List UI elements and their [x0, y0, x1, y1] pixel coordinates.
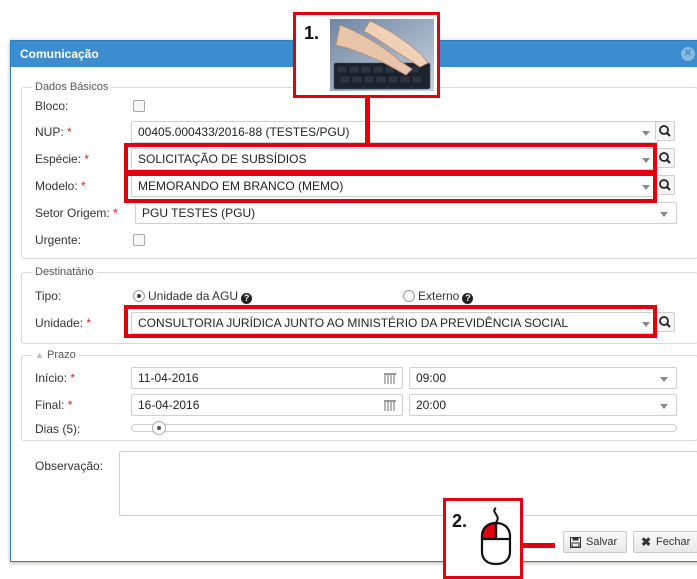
inicio-date-value: 11-04-2016	[138, 371, 199, 385]
callout-2-box: 2.	[443, 498, 523, 579]
final-time-value: 20:00	[416, 398, 447, 412]
urgente-checkbox[interactable]	[133, 234, 145, 246]
final-time-select[interactable]: 20:00	[409, 394, 677, 416]
tipo-agu-label: Unidade da AGU?	[148, 288, 253, 304]
fechar-label: Fechar	[656, 536, 691, 548]
nup-select[interactable]: 00405.000433/2016-88 (TESTES/PGU)	[131, 121, 659, 143]
inicio-date-input[interactable]: 11-04-2016	[131, 367, 403, 389]
help-icon[interactable]: ?	[462, 293, 474, 304]
setor-origem-select[interactable]: PGU TESTES (PGU)	[135, 202, 677, 224]
final-date-input[interactable]: 16-04-2016	[131, 394, 403, 416]
collapse-triangle-icon: ▲	[35, 350, 44, 360]
close-icon[interactable]: ✕	[681, 47, 695, 61]
keyboard-typing-image	[330, 19, 434, 91]
bloco-checkbox[interactable]	[133, 100, 145, 112]
chevron-down-icon	[642, 131, 650, 136]
mouse-click-icon	[480, 507, 512, 566]
final-label: Final: *	[35, 398, 73, 412]
close-icon: ✖	[641, 535, 652, 549]
search-icon	[659, 152, 671, 164]
urgente-label: Urgente:	[35, 233, 82, 247]
search-icon	[659, 125, 671, 137]
comunicacao-dialog: Comunicação ✕ Dados Básicos Bloco: NUP: …	[10, 40, 697, 562]
unidade-highlight	[124, 305, 657, 338]
dias-slider-knob[interactable]	[151, 421, 166, 435]
help-icon[interactable]: ?	[241, 293, 253, 304]
setor-origem-value: PGU TESTES (PGU)	[142, 206, 256, 220]
especie-search-button[interactable]	[655, 148, 675, 168]
unidade-label: Unidade: *	[35, 316, 92, 330]
chevron-down-icon	[660, 404, 668, 409]
chevron-down-icon	[660, 212, 668, 217]
tipo-agu-radio[interactable]	[133, 290, 145, 302]
modelo-highlight	[124, 170, 657, 203]
inicio-label: Início: *	[35, 371, 76, 385]
calendar-icon[interactable]	[384, 400, 396, 411]
especie-label: Espécie: *	[35, 152, 90, 166]
nup-label: NUP: *	[35, 125, 72, 139]
chevron-down-icon	[660, 377, 668, 382]
inicio-time-value: 09:00	[416, 371, 447, 385]
dialog-title: Comunicação	[20, 47, 99, 61]
observacao-textarea[interactable]	[119, 451, 697, 516]
dados-basicos-legend: Dados Básicos	[32, 80, 112, 94]
nup-value: 00405.000433/2016-88 (TESTES/PGU)	[138, 125, 350, 139]
unidade-search-button[interactable]	[655, 312, 675, 332]
fechar-button[interactable]: ✖ Fechar	[633, 531, 697, 553]
inicio-time-select[interactable]: 09:00	[409, 367, 677, 389]
destinatario-legend: Destinatário	[32, 265, 97, 279]
setor-origem-label: Setor Origem: *	[35, 206, 118, 220]
callout-1-number: 1.	[304, 23, 320, 43]
callout-2-number: 2.	[452, 511, 468, 531]
tipo-externo-radio[interactable]	[403, 290, 415, 302]
search-icon	[659, 316, 671, 328]
nup-search-button[interactable]	[655, 121, 675, 141]
salvar-label: Salvar	[586, 536, 618, 548]
modelo-search-button[interactable]	[655, 175, 675, 195]
dias-label: Dias (5):	[35, 422, 81, 436]
observacao-label: Observação:	[35, 459, 104, 473]
dias-slider-track[interactable]	[131, 424, 677, 432]
search-icon	[659, 179, 671, 191]
callout-1-box: 1.	[293, 12, 440, 98]
tipo-externo-label: Externo?	[418, 288, 474, 304]
calendar-icon[interactable]	[384, 373, 396, 384]
tipo-label: Tipo:	[35, 289, 62, 303]
callout-1-connector	[365, 95, 370, 147]
final-date-value: 16-04-2016	[138, 398, 200, 412]
bloco-label: Bloco:	[35, 99, 69, 113]
salvar-button[interactable]: Salvar	[563, 531, 627, 553]
modelo-label: Modelo: *	[35, 179, 86, 193]
save-icon	[570, 537, 581, 548]
callout-2-connector	[519, 543, 555, 548]
prazo-legend[interactable]: ▲ Prazo	[32, 348, 79, 362]
